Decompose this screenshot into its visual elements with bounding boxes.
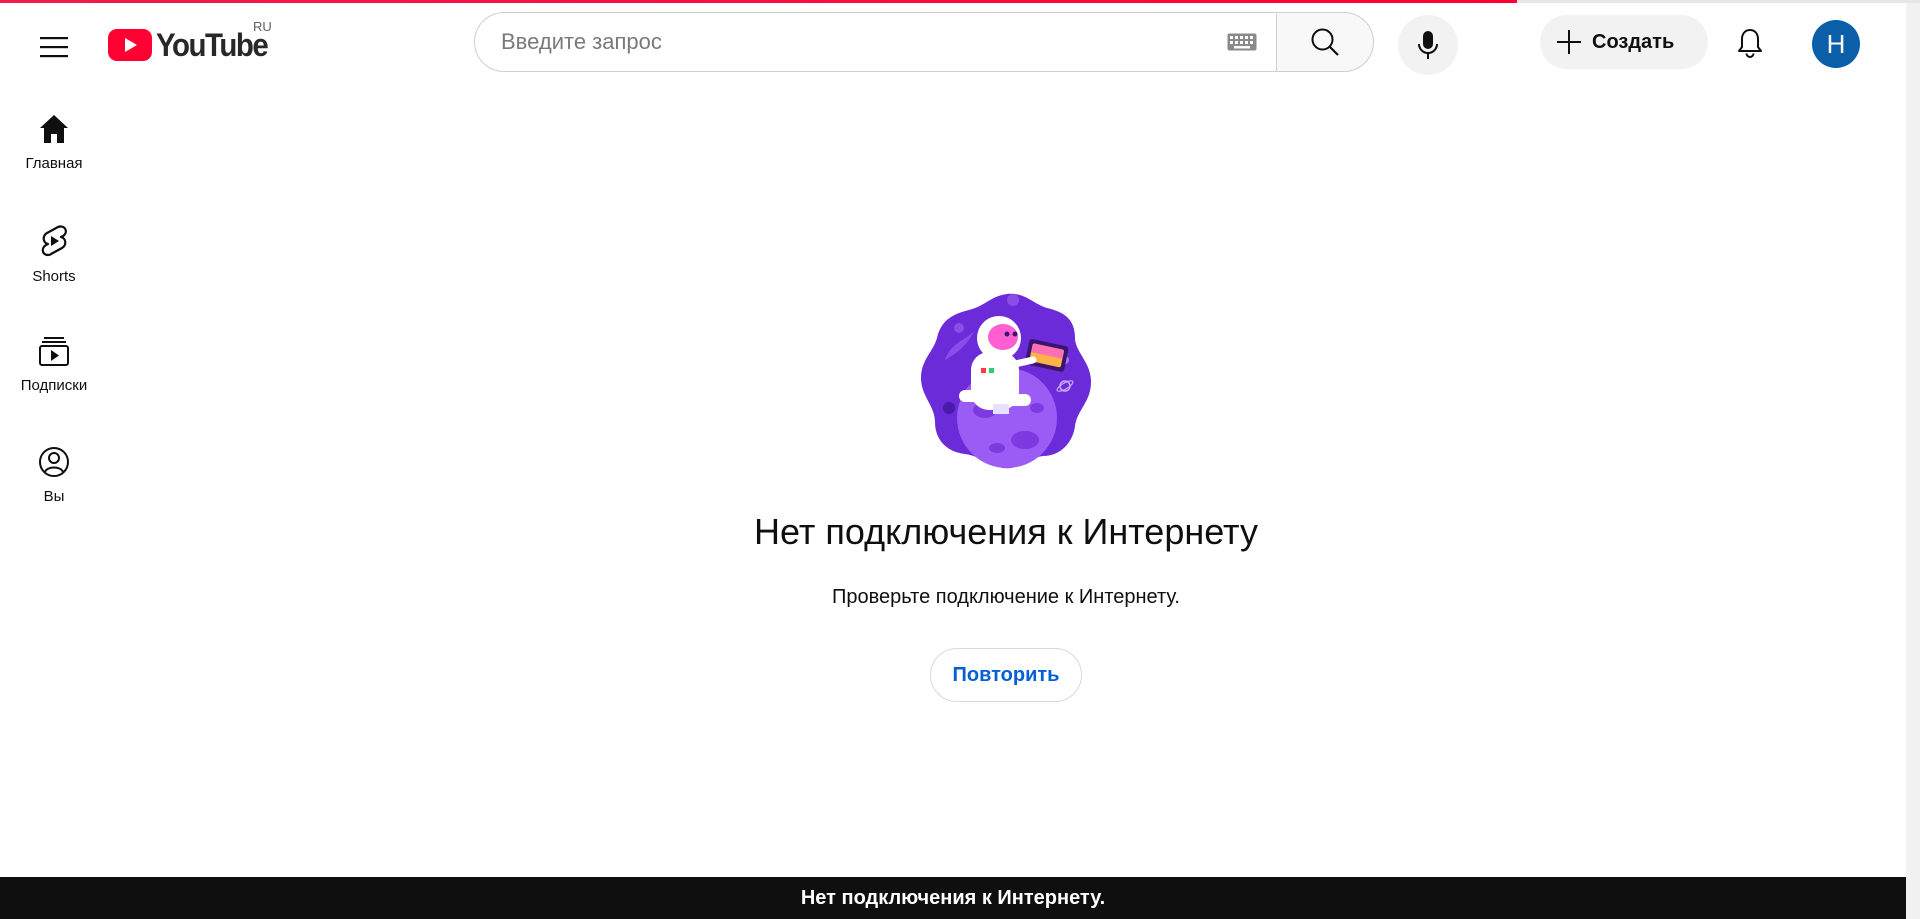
guide-item-label: Вы	[43, 488, 65, 505]
create-label: Создать	[1592, 30, 1675, 53]
guide-item-home[interactable]: Главная	[0, 95, 108, 206]
create-button[interactable]: Создать	[1540, 15, 1708, 69]
masthead: YouTube RU Введите запрос Создать Н	[0, 3, 1920, 83]
shorts-icon	[41, 225, 67, 257]
account-avatar[interactable]: Н	[1812, 20, 1860, 68]
youtube-logo[interactable]: YouTube RU	[108, 19, 277, 65]
guide-item-subscriptions[interactable]: Подписки	[0, 317, 108, 428]
keyboard-icon[interactable]	[1226, 32, 1258, 52]
error-message: Проверьте подключение к Интернету.	[832, 586, 1180, 608]
home-icon	[40, 115, 68, 143]
you-icon	[39, 447, 69, 477]
youtube-wordmark: YouTube	[156, 26, 269, 63]
page-scrollbar[interactable]	[1906, 3, 1920, 919]
retry-button[interactable]: Повторить	[930, 648, 1082, 702]
guide-item-label: Главная	[25, 155, 83, 172]
hamburger-menu-icon	[40, 37, 68, 58]
notifications-button[interactable]	[1724, 17, 1776, 69]
guide-item-shorts[interactable]: Shorts	[0, 206, 108, 317]
astronaut-offline-illustration	[921, 293, 1091, 469]
error-title: Нет подключения к Интернету	[754, 511, 1258, 552]
bell-icon	[1738, 29, 1762, 58]
microphone-icon	[1418, 31, 1438, 59]
search-input[interactable]	[499, 28, 1226, 56]
search-box	[474, 12, 1276, 72]
search-button[interactable]	[1276, 12, 1374, 72]
guide-item-label: Shorts	[32, 268, 76, 285]
guide-menu-button[interactable]	[30, 23, 78, 71]
guide-item-label: Подписки	[20, 377, 88, 394]
search-icon	[1311, 28, 1339, 56]
search-bar	[474, 12, 1374, 72]
youtube-play-logo-icon	[108, 29, 152, 61]
mini-guide: Главная Shorts Подписки Вы	[0, 95, 108, 539]
offline-toast: Нет подключения к Интернету.	[0, 877, 1906, 919]
subscriptions-icon	[39, 337, 69, 366]
voice-search-button[interactable]	[1398, 15, 1458, 75]
country-code: RU	[253, 19, 272, 34]
plus-icon	[1557, 30, 1581, 54]
